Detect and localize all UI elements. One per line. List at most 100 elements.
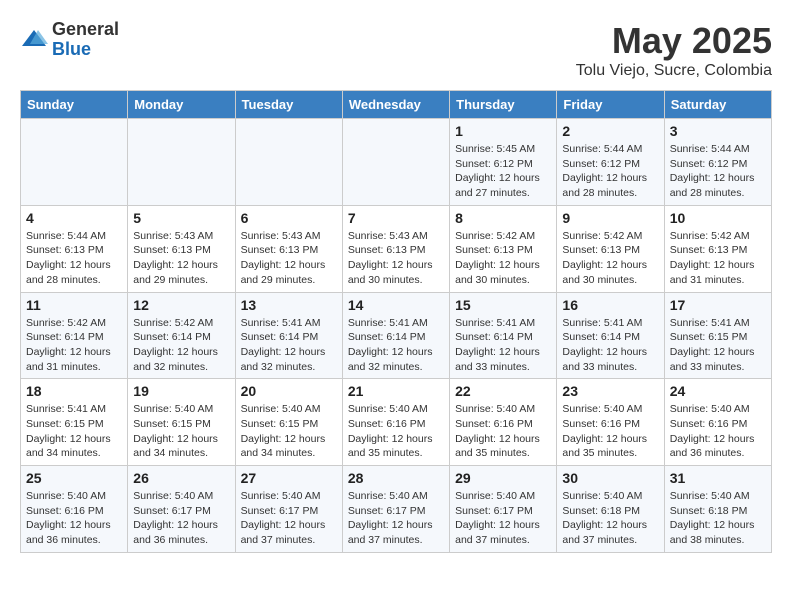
day-info: Sunrise: 5:43 AM Sunset: 6:13 PM Dayligh… (348, 229, 444, 288)
day-number: 9 (562, 210, 658, 226)
week-row-2: 4Sunrise: 5:44 AM Sunset: 6:13 PM Daylig… (21, 205, 772, 292)
week-row-5: 25 Sunrise: 5:40 AM Sunset: 6:16 PM Dayli… (21, 466, 772, 553)
week-row-4: 18 Sunrise: 5:41 AM Sunset: 6:15 PM Dayli… (21, 379, 772, 466)
calendar-cell (342, 119, 449, 206)
calendar-table: SundayMondayTuesdayWednesdayThursdayFrid… (20, 90, 772, 553)
calendar-cell: 10 Sunrise: 5:42 AM Sunset: 6:13 PM Dayli… (664, 205, 771, 292)
day-info: Sunrise: 5:45 AM Sunset: 6:12 PM Dayligh… (455, 142, 551, 201)
header-day-sunday: Sunday (21, 91, 128, 119)
day-number: 15 (455, 297, 551, 313)
day-info: Sunrise: 5:43 AM Sunset: 6:13 PM Dayligh… (241, 229, 337, 288)
calendar-cell: 6 Sunrise: 5:43 AM Sunset: 6:13 PM Daylig… (235, 205, 342, 292)
day-info: Sunrise: 5:40 AM Sunset: 6:17 PM Dayligh… (348, 489, 444, 548)
day-info: Sunrise: 5:41 AM Sunset: 6:14 PM Dayligh… (455, 316, 551, 375)
calendar-cell: 22 Sunrise: 5:40 AM Sunset: 6:16 PM Dayli… (450, 379, 557, 466)
logo-blue: Blue (52, 40, 119, 60)
day-number: 25 (26, 470, 122, 486)
day-number: 6 (241, 210, 337, 226)
day-number: 13 (241, 297, 337, 313)
calendar-cell: 25 Sunrise: 5:40 AM Sunset: 6:16 PM Dayli… (21, 466, 128, 553)
day-info: Sunrise: 5:42 AM Sunset: 6:14 PM Dayligh… (133, 316, 229, 375)
header-day-tuesday: Tuesday (235, 91, 342, 119)
day-number: 7 (348, 210, 444, 226)
calendar-cell: 26 Sunrise: 5:40 AM Sunset: 6:17 PM Dayli… (128, 466, 235, 553)
day-number: 17 (670, 297, 766, 313)
calendar-cell: 20Sunrise: 5:40 AM Sunset: 6:15 PM Dayli… (235, 379, 342, 466)
day-number: 4 (26, 210, 122, 226)
page-header: General Blue May 2025 Tolu Viejo, Sucre,… (20, 20, 772, 80)
calendar-cell (235, 119, 342, 206)
header-day-wednesday: Wednesday (342, 91, 449, 119)
day-info: Sunrise: 5:40 AM Sunset: 6:17 PM Dayligh… (241, 489, 337, 548)
calendar-cell: 31 Sunrise: 5:40 AM Sunset: 6:18 PM Dayli… (664, 466, 771, 553)
day-info: Sunrise: 5:40 AM Sunset: 6:16 PM Dayligh… (562, 402, 658, 461)
day-number: 30 (562, 470, 658, 486)
calendar-cell: 19Sunrise: 5:40 AM Sunset: 6:15 PM Dayli… (128, 379, 235, 466)
day-number: 14 (348, 297, 444, 313)
calendar-cell: 9Sunrise: 5:42 AM Sunset: 6:13 PM Daylig… (557, 205, 664, 292)
day-number: 27 (241, 470, 337, 486)
day-info: Sunrise: 5:40 AM Sunset: 6:16 PM Dayligh… (670, 402, 766, 461)
day-number: 12 (133, 297, 229, 313)
header-day-saturday: Saturday (664, 91, 771, 119)
day-info: Sunrise: 5:40 AM Sunset: 6:16 PM Dayligh… (455, 402, 551, 461)
day-info: Sunrise: 5:44 AM Sunset: 6:12 PM Dayligh… (670, 142, 766, 201)
calendar-cell: 29 Sunrise: 5:40 AM Sunset: 6:17 PM Dayli… (450, 466, 557, 553)
calendar-cell: 18 Sunrise: 5:41 AM Sunset: 6:15 PM Dayli… (21, 379, 128, 466)
calendar-cell (128, 119, 235, 206)
calendar-cell: 1 Sunrise: 5:45 AM Sunset: 6:12 PM Daylig… (450, 119, 557, 206)
calendar-cell: 13Sunrise: 5:41 AM Sunset: 6:14 PM Dayli… (235, 292, 342, 379)
day-info: Sunrise: 5:40 AM Sunset: 6:16 PM Dayligh… (348, 402, 444, 461)
calendar-cell: 12 Sunrise: 5:42 AM Sunset: 6:14 PM Dayli… (128, 292, 235, 379)
calendar-cell: 15 Sunrise: 5:41 AM Sunset: 6:14 PM Dayli… (450, 292, 557, 379)
day-number: 3 (670, 123, 766, 139)
day-number: 2 (562, 123, 658, 139)
day-number: 24 (670, 383, 766, 399)
calendar-cell: 2 Sunrise: 5:44 AM Sunset: 6:12 PM Daylig… (557, 119, 664, 206)
logo-text: General Blue (52, 20, 119, 60)
logo-general: General (52, 20, 119, 40)
day-info: Sunrise: 5:40 AM Sunset: 6:17 PM Dayligh… (133, 489, 229, 548)
day-number: 22 (455, 383, 551, 399)
day-number: 11 (26, 297, 122, 313)
day-number: 23 (562, 383, 658, 399)
day-info: Sunrise: 5:44 AM Sunset: 6:12 PM Dayligh… (562, 142, 658, 201)
title-block: May 2025 Tolu Viejo, Sucre, Colombia (576, 20, 772, 80)
calendar-cell: 11Sunrise: 5:42 AM Sunset: 6:14 PM Dayli… (21, 292, 128, 379)
calendar-cell: 17 Sunrise: 5:41 AM Sunset: 6:15 PM Dayli… (664, 292, 771, 379)
day-info: Sunrise: 5:42 AM Sunset: 6:13 PM Dayligh… (455, 229, 551, 288)
day-number: 26 (133, 470, 229, 486)
header-day-monday: Monday (128, 91, 235, 119)
day-number: 18 (26, 383, 122, 399)
day-info: Sunrise: 5:43 AM Sunset: 6:13 PM Dayligh… (133, 229, 229, 288)
day-number: 16 (562, 297, 658, 313)
week-row-1: 1 Sunrise: 5:45 AM Sunset: 6:12 PM Daylig… (21, 119, 772, 206)
calendar-cell: 30Sunrise: 5:40 AM Sunset: 6:18 PM Dayli… (557, 466, 664, 553)
day-info: Sunrise: 5:40 AM Sunset: 6:18 PM Dayligh… (670, 489, 766, 548)
calendar-cell: 7 Sunrise: 5:43 AM Sunset: 6:13 PM Daylig… (342, 205, 449, 292)
day-info: Sunrise: 5:41 AM Sunset: 6:15 PM Dayligh… (670, 316, 766, 375)
calendar-cell: 23 Sunrise: 5:40 AM Sunset: 6:16 PM Dayli… (557, 379, 664, 466)
day-number: 21 (348, 383, 444, 399)
day-info: Sunrise: 5:40 AM Sunset: 6:16 PM Dayligh… (26, 489, 122, 548)
day-number: 31 (670, 470, 766, 486)
calendar-cell: 8Sunrise: 5:42 AM Sunset: 6:13 PM Daylig… (450, 205, 557, 292)
day-number: 29 (455, 470, 551, 486)
day-number: 1 (455, 123, 551, 139)
logo: General Blue (20, 20, 119, 60)
calendar-cell: 4Sunrise: 5:44 AM Sunset: 6:13 PM Daylig… (21, 205, 128, 292)
calendar-cell: 27 Sunrise: 5:40 AM Sunset: 6:17 PM Dayli… (235, 466, 342, 553)
logo-icon (20, 26, 48, 54)
calendar-cell: 5Sunrise: 5:43 AM Sunset: 6:13 PM Daylig… (128, 205, 235, 292)
day-info: Sunrise: 5:41 AM Sunset: 6:15 PM Dayligh… (26, 402, 122, 461)
calendar-cell (21, 119, 128, 206)
calendar-cell: 21 Sunrise: 5:40 AM Sunset: 6:16 PM Dayli… (342, 379, 449, 466)
calendar-header-row: SundayMondayTuesdayWednesdayThursdayFrid… (21, 91, 772, 119)
day-info: Sunrise: 5:40 AM Sunset: 6:17 PM Dayligh… (455, 489, 551, 548)
day-number: 10 (670, 210, 766, 226)
day-info: Sunrise: 5:41 AM Sunset: 6:14 PM Dayligh… (348, 316, 444, 375)
day-number: 20 (241, 383, 337, 399)
calendar-cell: 24 Sunrise: 5:40 AM Sunset: 6:16 PM Dayli… (664, 379, 771, 466)
calendar-cell: 28Sunrise: 5:40 AM Sunset: 6:17 PM Dayli… (342, 466, 449, 553)
day-info: Sunrise: 5:42 AM Sunset: 6:13 PM Dayligh… (670, 229, 766, 288)
